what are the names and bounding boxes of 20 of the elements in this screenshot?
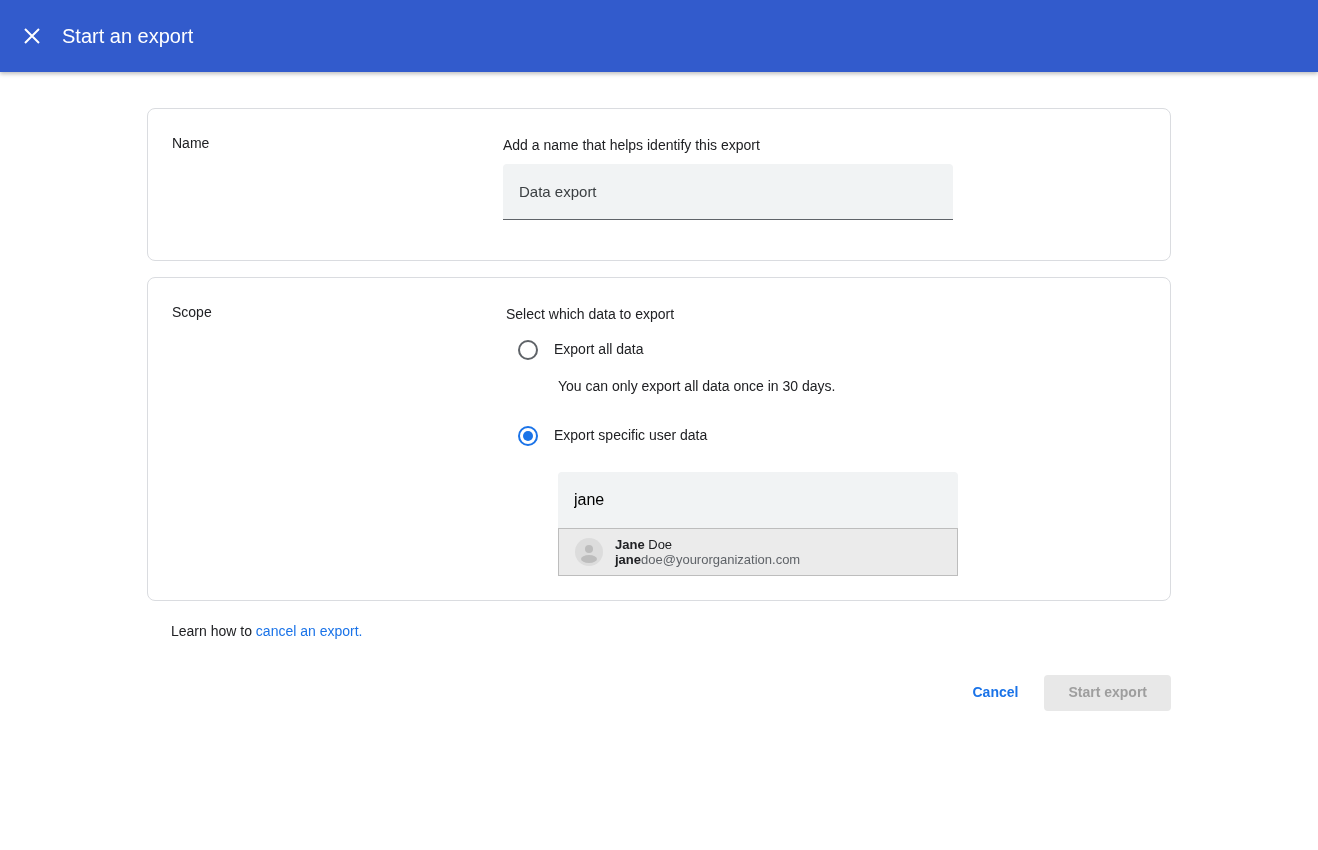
- user-suggestion[interactable]: Jane Doe janedoe@yourorganization.com: [558, 528, 958, 576]
- field-hint: Select which data to export: [506, 305, 676, 324]
- help-link[interactable]: cancel an export.: [255, 623, 363, 639]
- cancel-button[interactable]: Cancel: [948, 674, 1043, 711]
- field-hint: Add a name that helps identify this export: [503, 136, 761, 155]
- user-email: janedoe@yourorganization.com: [615, 552, 801, 567]
- section-label: Scope: [172, 303, 213, 322]
- section-label: Name: [172, 134, 211, 153]
- close-icon[interactable]: [22, 26, 42, 46]
- user-search-field[interactable]: jane: [558, 472, 958, 528]
- option-note: You can only export all data once in 30 days.: [558, 377, 837, 396]
- page-title: Start an export: [62, 24, 194, 49]
- help-text: Learn how to cancel an export.: [170, 622, 364, 641]
- radio-option[interactable]: Export specific user data: [518, 425, 958, 446]
- user-name: Jane Doe: [615, 537, 674, 552]
- radio-option[interactable]: Export all data: [518, 339, 958, 360]
- radio-button[interactable]: [518, 339, 538, 360]
- radio-button[interactable]: [518, 425, 538, 446]
- avatar-icon: [575, 538, 603, 566]
- name-input-field[interactable]: Data export: [503, 164, 953, 220]
